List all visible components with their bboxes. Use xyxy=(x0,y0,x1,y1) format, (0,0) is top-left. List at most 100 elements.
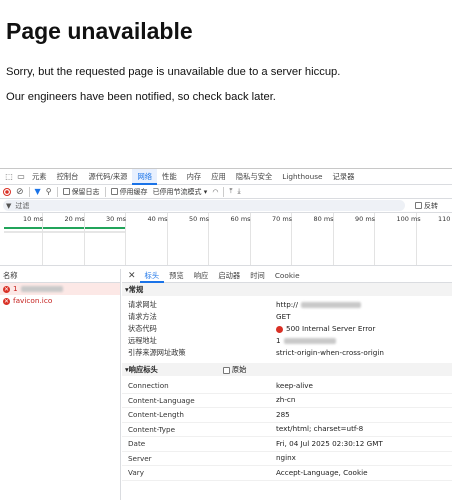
device-toggle-icon[interactable]: ▭ xyxy=(15,169,27,185)
timeline-tick-label: 90 ms xyxy=(355,215,376,223)
tab-preview[interactable]: 预览 xyxy=(164,269,189,283)
disable-cache-checkbox[interactable]: 停用缓存 xyxy=(110,187,148,197)
tab-cookies[interactable]: Cookie xyxy=(270,269,305,283)
devtools-panel: ⬚ ▭ 元素 控制台 源代码/来源 网络 性能 内存 应用 隐私与安全 Ligh… xyxy=(0,168,452,500)
tab-elements[interactable]: 元素 xyxy=(27,169,52,185)
header-row: 引荐来源网址政策 strict-origin-when-cross-origin xyxy=(122,347,452,359)
wifi-icon[interactable]: ◠ xyxy=(212,188,218,196)
network-lower: 名称 ✕ 1 ✕ favicon.ico ✕ 标头 预览 响应 启动器 时间 C… xyxy=(0,269,452,500)
redacted-text xyxy=(20,286,63,292)
header-key: 远程地址 xyxy=(128,336,157,345)
download-icon[interactable]: ⤓ xyxy=(238,187,241,196)
filter-bar: ▼ 过滤 反转 xyxy=(0,199,452,213)
header-row: 状态代码 500 Internal Server Error xyxy=(122,323,452,335)
timeline-tick-label: 20 ms xyxy=(64,215,85,223)
header-row: Vary Accept-Language, Cookie xyxy=(122,466,452,481)
search-icon[interactable]: ⚲ xyxy=(46,187,52,196)
upload-icon[interactable]: ⤒ xyxy=(229,187,232,196)
inspect-icon[interactable]: ⬚ xyxy=(3,169,15,185)
request-list: 名称 ✕ 1 ✕ favicon.ico xyxy=(0,269,121,500)
timeline-tick-label: 100 ms xyxy=(396,215,421,223)
divider xyxy=(104,186,106,197)
section-title: ▾响应标头 xyxy=(125,365,158,374)
timeline-tick-label: 80 ms xyxy=(313,215,334,223)
tab-network[interactable]: 网络 xyxy=(132,168,158,185)
header-value: Fri, 04 Jul 2025 02:30:12 GMT xyxy=(276,438,383,448)
timeline-tick-label: 60 ms xyxy=(230,215,251,223)
timeline-bar-track xyxy=(4,231,126,233)
filter-icon[interactable]: ▼ xyxy=(35,187,41,196)
header-row: Content-Type text/html; charset=utf-8 xyxy=(122,423,452,437)
throttle-select[interactable]: 已停用节流模式 ▾ xyxy=(153,187,208,197)
tab-memory[interactable]: 内存 xyxy=(182,169,207,185)
tab-response[interactable]: 响应 xyxy=(189,269,214,283)
raw-label: 原始 xyxy=(231,365,247,374)
header-row: 请求方法 GET xyxy=(122,311,452,323)
invert-checkbox[interactable]: 反转 xyxy=(415,201,438,211)
tab-initiator[interactable]: 启动器 xyxy=(213,269,245,283)
tab-lighthouse[interactable]: Lighthouse xyxy=(277,169,327,185)
general-section-header[interactable]: ▾常规 xyxy=(122,283,452,296)
tab-headers[interactable]: 标头 xyxy=(139,269,165,283)
header-key: 请求方法 xyxy=(128,312,157,321)
error-message: Sorry, but the requested page is unavail… xyxy=(6,66,341,78)
filter-placeholder: 过滤 xyxy=(15,201,30,210)
header-key: Content-Type xyxy=(128,424,176,434)
header-row: Date Fri, 04 Jul 2025 02:30:12 GMT xyxy=(122,437,452,452)
timeline-tick-label: 70 ms xyxy=(272,215,293,223)
header-row: Content-Length 285 xyxy=(122,408,452,423)
header-key: Date xyxy=(128,439,146,448)
preserve-log-label: 保留日志 xyxy=(71,187,100,196)
record-icon[interactable] xyxy=(3,187,11,196)
header-key: 请求网址 xyxy=(128,300,157,309)
request-row[interactable]: ✕ 1 xyxy=(0,283,120,295)
header-key: 状态代码 xyxy=(128,324,157,333)
page-title: Page unavailable xyxy=(6,18,193,44)
clear-icon[interactable]: ⊘ xyxy=(16,187,24,197)
header-value: 500 Internal Server Error xyxy=(276,323,375,335)
address-text: 1 xyxy=(276,336,281,345)
header-value: nginx xyxy=(276,453,296,462)
header-key: Server xyxy=(128,453,152,463)
error-followup: Our engineers have been notified, so che… xyxy=(6,91,276,103)
url-text: http:// xyxy=(276,300,299,309)
header-value: text/html; charset=utf-8 xyxy=(276,424,364,433)
header-row: Connection keep-alive xyxy=(122,379,452,394)
filter-input[interactable]: ▼ 过滤 xyxy=(3,200,405,211)
tab-privacy-security[interactable]: 隐私与安全 xyxy=(231,169,277,185)
header-value: Accept-Language, Cookie xyxy=(276,467,368,477)
header-value: strict-origin-when-cross-origin xyxy=(276,348,384,357)
divider xyxy=(223,186,225,197)
network-timeline: 10 ms 20 ms 30 ms 40 ms 50 ms 60 ms 70 ms 80 ms… xyxy=(0,213,452,266)
network-toolbar: ⊘ ▼ ⚲ 保留日志 停用缓存 已停用节流模式 ▾ ◠ ⤒ ⤓ xyxy=(0,185,452,199)
tab-console[interactable]: 控制台 xyxy=(52,169,84,185)
header-key: Content-Language xyxy=(128,395,195,405)
preserve-log-checkbox[interactable]: 保留日志 xyxy=(62,187,100,197)
header-row: 请求网址 http:// xyxy=(122,299,452,311)
raw-checkbox[interactable]: 原始 xyxy=(222,363,247,376)
general-section: 请求网址 http:// 请求方法 GET 状态代码 500 Internal Ser… xyxy=(122,296,452,359)
timeline-tick-label: 110 m xyxy=(438,215,452,223)
header-key: Vary xyxy=(128,468,144,477)
tab-recorder[interactable]: 记录器 xyxy=(328,169,360,185)
header-key: Connection xyxy=(128,381,169,390)
status-error-icon xyxy=(276,325,283,333)
close-icon[interactable]: ✕ xyxy=(128,271,136,281)
error-icon: ✕ xyxy=(3,297,10,305)
divider xyxy=(56,186,58,197)
filter-icon: ▼ xyxy=(6,201,12,210)
request-row[interactable]: ✕ favicon.ico xyxy=(0,295,120,307)
header-key: 引荐来源网址政策 xyxy=(128,348,186,357)
divider xyxy=(28,186,30,197)
header-row: Server nginx xyxy=(122,452,452,466)
timeline-tick-label: 30 ms xyxy=(106,215,127,223)
response-headers-section-header[interactable]: ▾响应标头 原始 xyxy=(122,363,452,376)
tab-timing[interactable]: 时间 xyxy=(245,269,270,283)
redacted-text xyxy=(301,302,362,308)
tab-sources[interactable]: 源代码/来源 xyxy=(83,169,132,185)
invert-label: 反转 xyxy=(424,201,438,210)
status-text: 500 Internal Server Error xyxy=(286,324,376,333)
header-value: http:// xyxy=(276,299,362,311)
tab-application[interactable]: 应用 xyxy=(206,169,231,185)
tab-performance[interactable]: 性能 xyxy=(157,169,182,185)
